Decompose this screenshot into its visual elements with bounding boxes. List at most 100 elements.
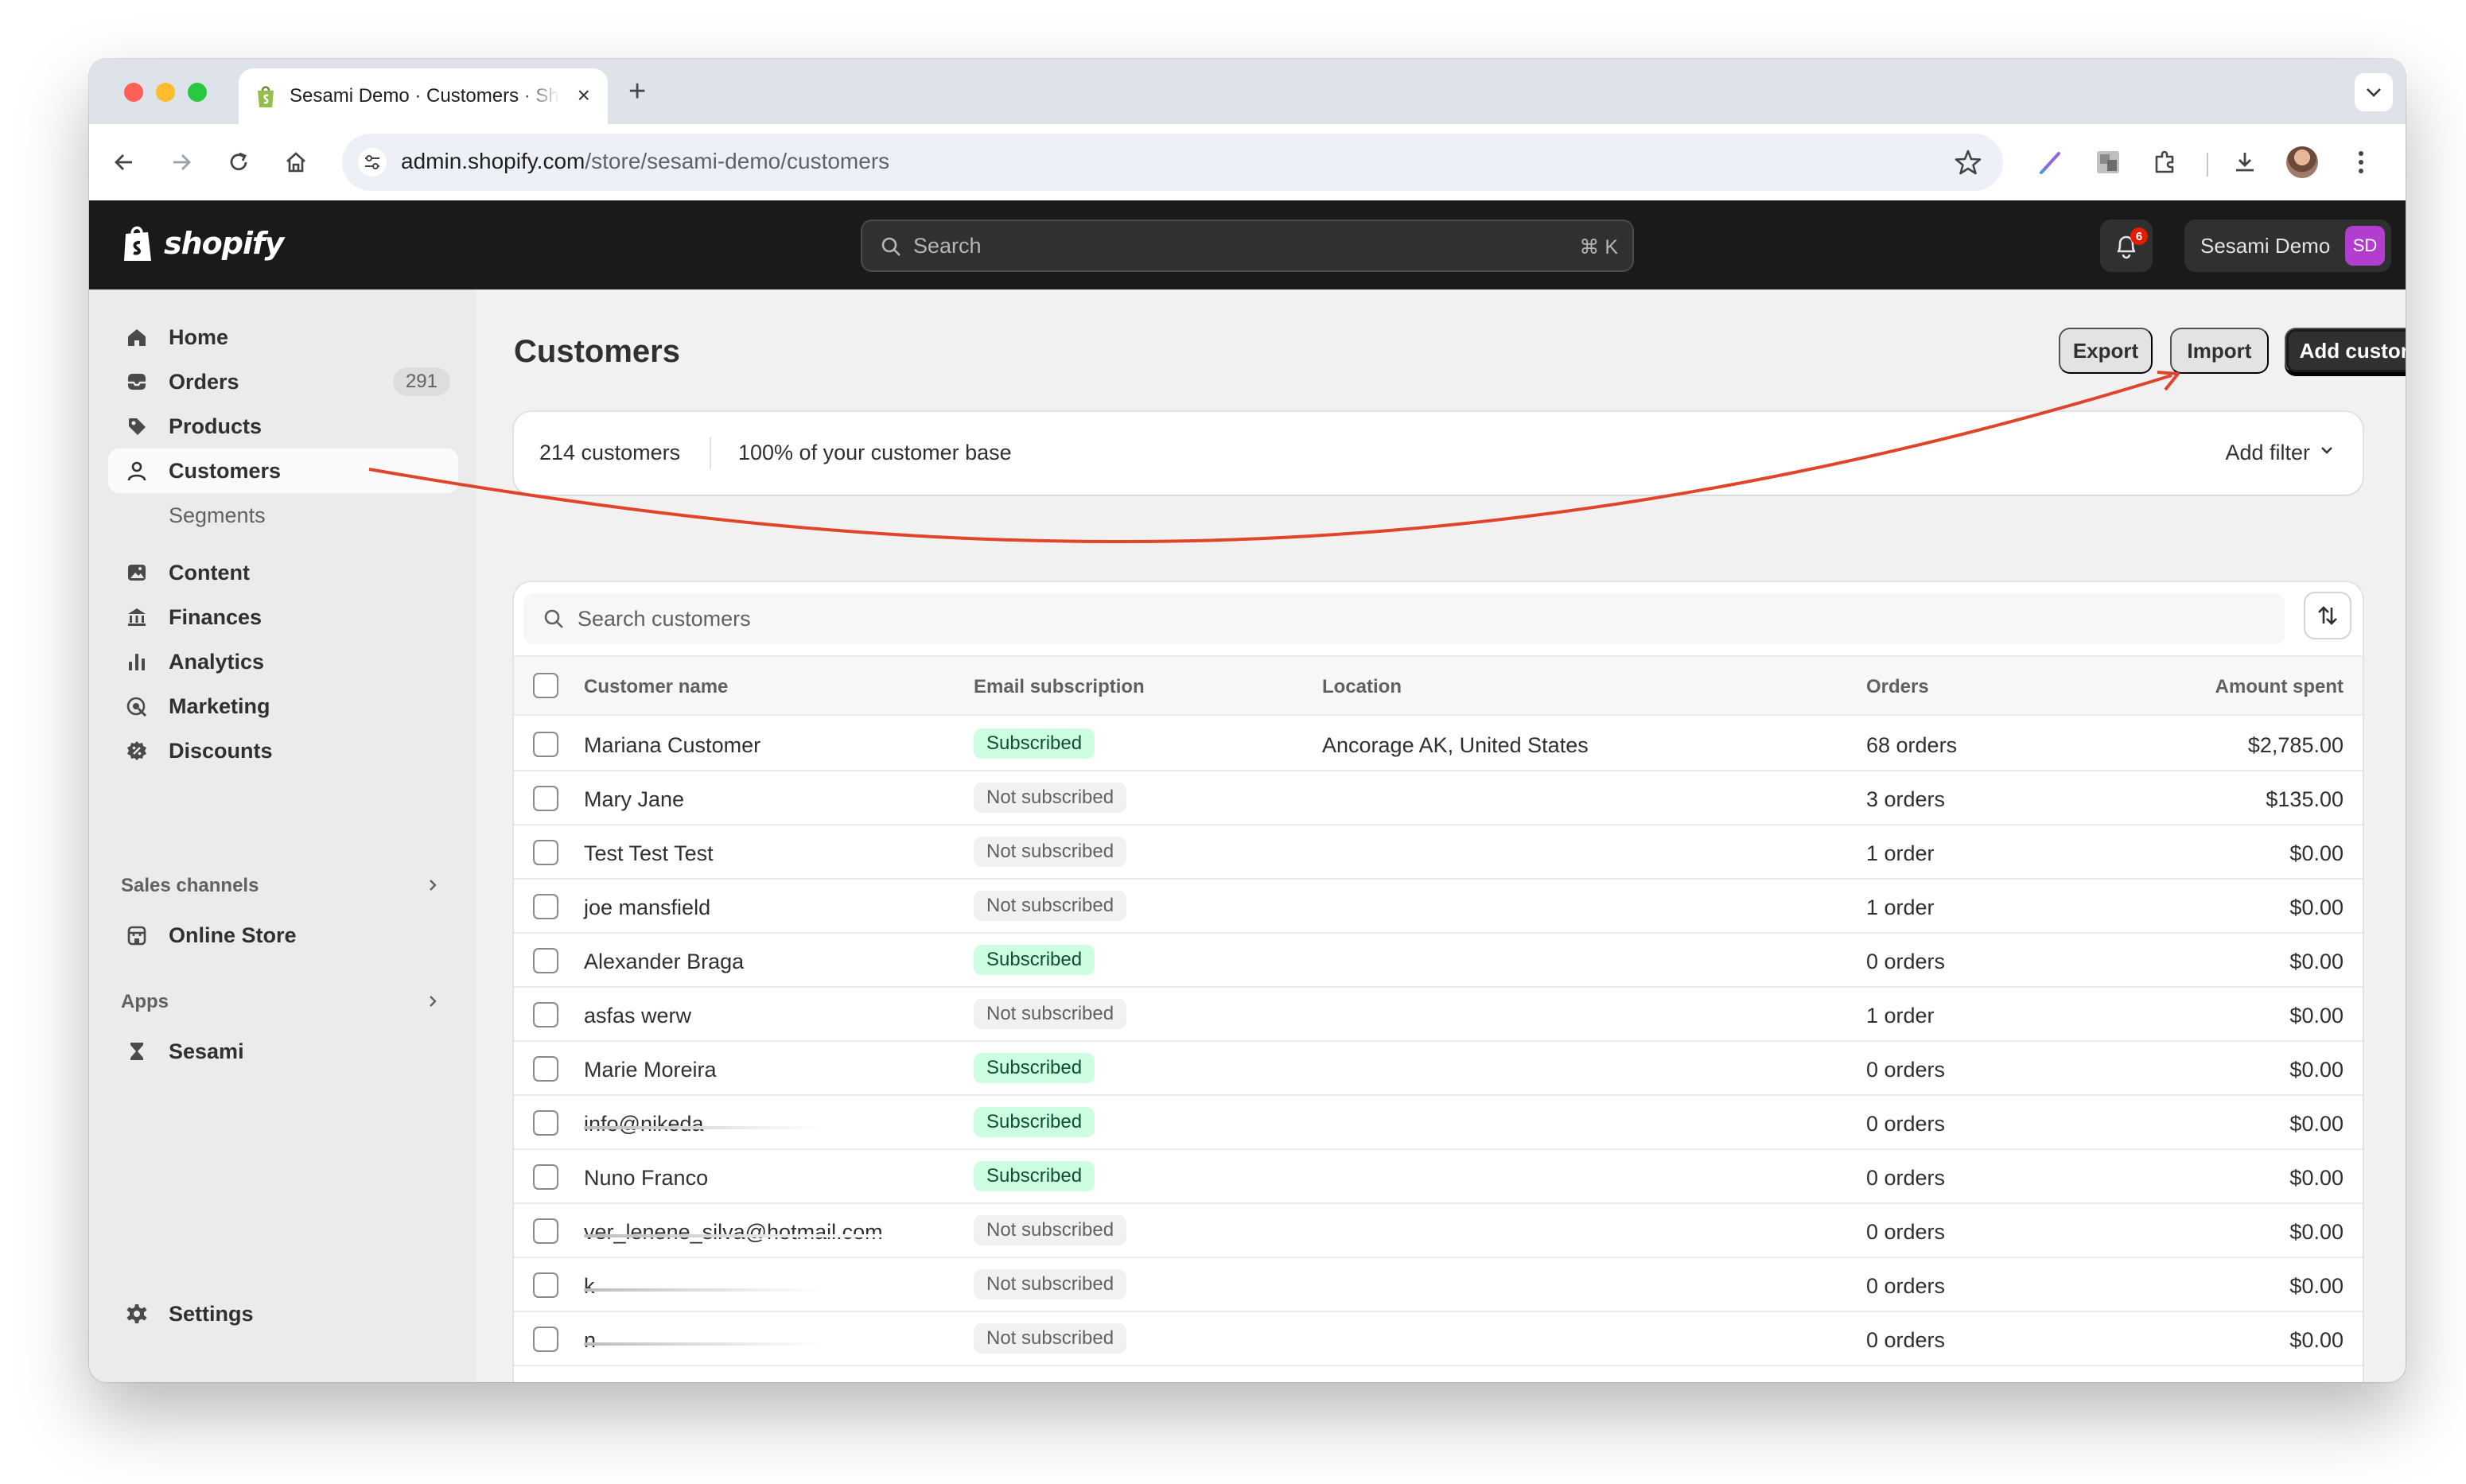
sidebar-item-customers[interactable]: Customers [108,449,458,493]
close-tab-icon[interactable]: × [578,84,590,107]
import-button[interactable]: Import [2170,328,2269,374]
row-checkbox[interactable] [533,1327,558,1352]
close-window-button[interactable] [124,83,143,102]
sidebar-item-orders[interactable]: Orders 291 [108,359,458,404]
maximize-window-button[interactable] [188,83,207,102]
address-bar[interactable]: admin.shopify.com/store/sesami-demo/cust… [342,134,2003,191]
customer-amount-spent: $0.00 [2289,1004,2343,1028]
customer-name[interactable]: Test Test Test [584,841,714,866]
sidebar-item-settings[interactable]: Settings [108,1292,458,1336]
reload-button[interactable] [221,145,256,180]
row-checkbox[interactable] [533,894,558,919]
sidebar-item-finances[interactable]: Finances [108,595,458,639]
storefront-icon [124,923,150,948]
chevron-right-icon[interactable] [426,876,439,894]
row-checkbox[interactable] [533,1272,558,1298]
customer-orders: 1 order [1866,841,1935,865]
customer-name[interactable]: Mary Jane [584,787,684,812]
table-row[interactable]: Nuno Franco Subscribed 0 orders $0.00 [514,1150,2363,1204]
column-header-location[interactable]: Location [1322,676,1402,698]
customer-name[interactable]: Nuno Franco [584,1166,708,1191]
admin-search-bar[interactable]: Search ⌘ K [861,219,1634,272]
notifications-button[interactable]: 6 [2100,219,2153,272]
home-button[interactable] [278,145,313,180]
add-customer-button[interactable]: Add customer [2285,328,2406,374]
table-row[interactable]: asfas werw Not subscribed 1 order $0.00 [514,988,2363,1042]
row-checkbox[interactable] [533,786,558,811]
customer-name[interactable]: Alexander Braga [584,950,744,974]
column-header-orders[interactable]: Orders [1866,676,1929,698]
image-extension-button[interactable] [2089,143,2127,181]
sidebar-item-sesami[interactable]: Sesami [108,1029,458,1074]
sidebar-item-discounts[interactable]: Discounts [108,728,458,773]
url-host: admin.shopify.com [401,149,585,173]
row-checkbox[interactable] [533,1002,558,1028]
downloads-button[interactable] [2226,143,2264,181]
shopify-logo[interactable]: shopify [121,223,284,264]
shopify-bag-icon [258,86,274,107]
column-header-name[interactable]: Customer name [584,676,728,698]
apps-heading[interactable]: Apps [121,991,169,1013]
sidebar-item-online-store[interactable]: Online Store [108,913,458,958]
row-checkbox[interactable] [533,948,558,973]
add-filter-button[interactable]: Add filter [2225,441,2310,465]
forward-button[interactable] [164,145,199,180]
column-header-amount[interactable]: Amount spent [2215,676,2343,698]
table-row[interactable]: Mariana Customer Subscribed Ancorage AK, U… [514,717,2363,771]
bookmark-star-icon[interactable] [1954,148,1982,177]
toolbar-divider [2207,153,2208,177]
table-row[interactable]: Mary Jane Not subscribed 3 orders $135.00 [514,771,2363,826]
customer-name[interactable]: ver_lenene_silva@hotmail.com [584,1220,883,1245]
table-row[interactable]: Marie Moreira Subscribed 0 orders $0.00 [514,1042,2363,1096]
new-tab-button[interactable]: + [628,76,646,107]
table-row[interactable]: k Not subscribed 0 orders $0.00 [514,1258,2363,1312]
sidebar-item-home[interactable]: Home [108,315,458,359]
chevron-down-icon[interactable] [2320,445,2334,456]
table-row[interactable]: ver_lenene_silva@hotmail.com Not subscrib… [514,1204,2363,1258]
sidebar-item-label: Online Store [169,923,297,947]
row-checkbox[interactable] [533,1110,558,1136]
export-button[interactable]: Export [2059,328,2153,374]
column-header-subscription[interactable]: Email subscription [974,676,1145,698]
customers-table-card: Search customers Customer name Email sub… [514,582,2363,1382]
customer-name[interactable]: info@nikeda [584,1112,704,1136]
tab-search-button[interactable] [2355,73,2393,111]
profile-button[interactable] [2283,143,2321,181]
customer-search-input[interactable]: Search customers [523,593,2285,644]
back-button[interactable] [107,145,142,180]
sidebar-item-content[interactable]: Content [108,550,458,595]
table-row[interactable]: info@nikeda Subscribed 0 orders $0.00 [514,1096,2363,1150]
site-settings-icon[interactable] [358,148,387,177]
table-row[interactable]: Alexander Braga Subscribed 0 orders $0.00 [514,934,2363,988]
minimize-window-button[interactable] [156,83,175,102]
sort-button[interactable] [2305,593,2350,638]
extensions-button[interactable] [2146,143,2184,181]
sales-channels-heading[interactable]: Sales channels [121,875,259,897]
puzzle-icon [2155,150,2174,173]
customer-name[interactable]: Marie Moreira [584,1058,717,1082]
row-checkbox[interactable] [533,1218,558,1244]
customer-name[interactable]: Mariana Customer [584,733,760,758]
subscription-badge: Not subscribed [974,783,1127,813]
row-checkbox[interactable] [533,732,558,757]
table-row[interactable]: n Not subscribed 0 orders $0.00 [514,1312,2363,1366]
sidebar-item-segments[interactable]: Segments [108,493,458,538]
browser-menu-button[interactable] [2342,143,2380,181]
customer-name[interactable]: asfas werw [584,1004,691,1028]
table-row[interactable]: joe mansfield Not subscribed 1 order $0.00 [514,880,2363,934]
customer-name[interactable]: joe mansfield [584,895,710,920]
sidebar-item-marketing[interactable]: Marketing [108,684,458,728]
store-menu-button[interactable]: Sesami Demo SD [2184,219,2391,272]
table-row[interactable]: Test Test Test Not subscribed 1 order $0.00 [514,826,2363,880]
browser-tab[interactable]: Sesami Demo · Customers · Shopify × [239,68,608,124]
sidebar-item-analytics[interactable]: Analytics [108,639,458,684]
select-all-checkbox[interactable] [533,673,558,698]
row-checkbox[interactable] [533,840,558,865]
pen-extension-button[interactable] [2032,143,2070,181]
sidebar-item-products[interactable]: Products [108,404,458,449]
chevron-right-icon[interactable] [426,993,439,1010]
row-checkbox[interactable] [533,1164,558,1190]
customer-name[interactable]: n [584,1328,596,1353]
row-checkbox[interactable] [533,1056,558,1082]
customer-name[interactable]: k [584,1274,595,1299]
